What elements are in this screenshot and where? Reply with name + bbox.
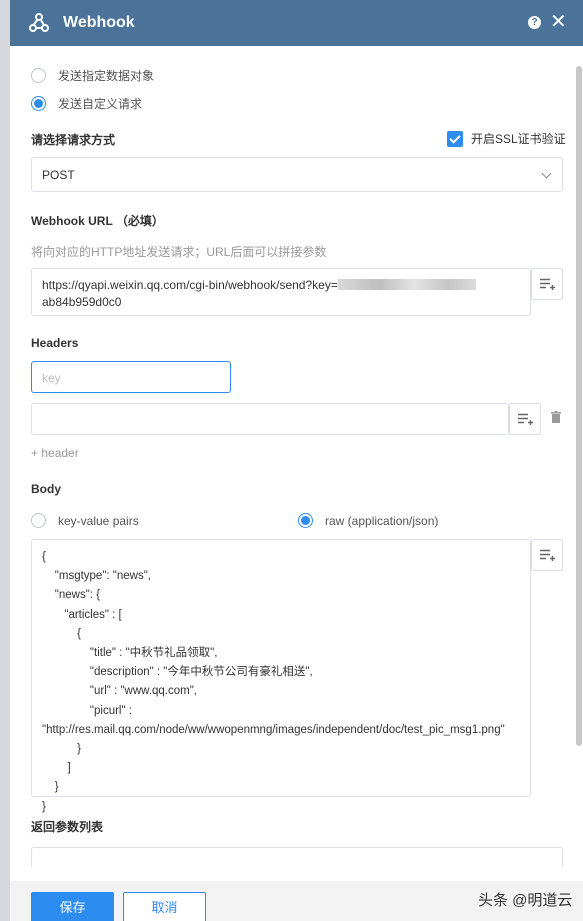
webhook-url-input[interactable]: https://qyapi.weixin.qq.com/cgi-bin/webh…: [31, 268, 531, 316]
ssl-verify-toggle[interactable]: 开启SSL证书验证: [447, 130, 566, 147]
request-method-label: 请选择请求方式: [31, 133, 116, 147]
radio-button[interactable]: [31, 68, 46, 83]
url-line-2: ab84b959d0c0: [42, 295, 122, 309]
checkbox[interactable]: [447, 130, 463, 147]
insert-field-icon: [540, 549, 555, 561]
header-key-placeholder: key: [42, 371, 61, 385]
request-method-value: POST: [42, 168, 75, 182]
chevron-down-icon: [541, 168, 552, 179]
dialog-header: Webhook ? ✕: [10, 0, 583, 46]
webhook-url-value: https://qyapi.weixin.qq.com/cgi-bin/webh…: [42, 277, 532, 311]
cancel-button[interactable]: 取消: [123, 892, 206, 921]
redacted-key: [337, 279, 476, 290]
header-value-input[interactable]: [31, 403, 509, 435]
request-method-select[interactable]: POST: [31, 157, 563, 192]
return-params-list[interactable]: [31, 847, 563, 867]
header-key-input[interactable]: key: [31, 361, 231, 393]
radio-label: raw (application/json): [325, 513, 439, 528]
radio-send-custom-request[interactable]: 发送自定义请求: [31, 95, 142, 112]
radio-body-raw-json[interactable]: raw (application/json): [298, 513, 438, 528]
page-background-edge: [0, 0, 10, 921]
radio-body-key-value[interactable]: key-value pairs: [31, 513, 139, 528]
radio-send-data-object[interactable]: 发送指定数据对象: [31, 67, 154, 84]
dialog-title: Webhook: [63, 14, 135, 31]
return-params-label: 返回参数列表: [31, 820, 104, 834]
radio-button[interactable]: [31, 513, 46, 528]
insert-field-icon: [540, 278, 555, 290]
webhook-icon: [29, 13, 49, 32]
radio-button[interactable]: [31, 96, 46, 111]
webhook-dialog: Webhook ? ✕ 发送指定数据对象 发送自定义请求 请选择请求方式 开启S…: [10, 0, 583, 921]
body-label: Body: [31, 482, 61, 496]
insert-field-icon: [518, 413, 533, 425]
headers-label: Headers: [31, 336, 79, 350]
radio-button[interactable]: [298, 513, 313, 528]
radio-label: key-value pairs: [58, 513, 139, 528]
url-line-1: https://qyapi.weixin.qq.com/cgi-bin/webh…: [42, 278, 338, 292]
add-header-link[interactable]: + header: [31, 446, 79, 460]
scrollbar[interactable]: [576, 66, 582, 746]
help-icon[interactable]: ?: [528, 16, 541, 29]
body-json-text: { "msgtype": "news", "news": { "articles…: [42, 551, 505, 813]
body-json-editor[interactable]: { "msgtype": "news", "news": { "articles…: [31, 539, 531, 813]
webhook-url-label: Webhook URL （必填）: [31, 214, 164, 228]
trash-icon[interactable]: [551, 411, 561, 423]
webhook-url-hint: 将向对应的HTTP地址发送请求；URL后面可以拼接参数: [31, 245, 327, 259]
url-insert-field-button[interactable]: [531, 268, 563, 300]
radio-label: 发送自定义请求: [58, 97, 143, 111]
body-insert-field-button[interactable]: [531, 539, 563, 571]
watermark: 头条 @明道云: [478, 892, 573, 909]
close-icon[interactable]: ✕: [550, 10, 567, 34]
radio-label: 发送指定数据对象: [58, 69, 155, 83]
ssl-verify-label: 开启SSL证书验证: [471, 132, 566, 146]
save-button[interactable]: 保存: [31, 892, 114, 921]
header-insert-field-button[interactable]: [509, 403, 541, 435]
